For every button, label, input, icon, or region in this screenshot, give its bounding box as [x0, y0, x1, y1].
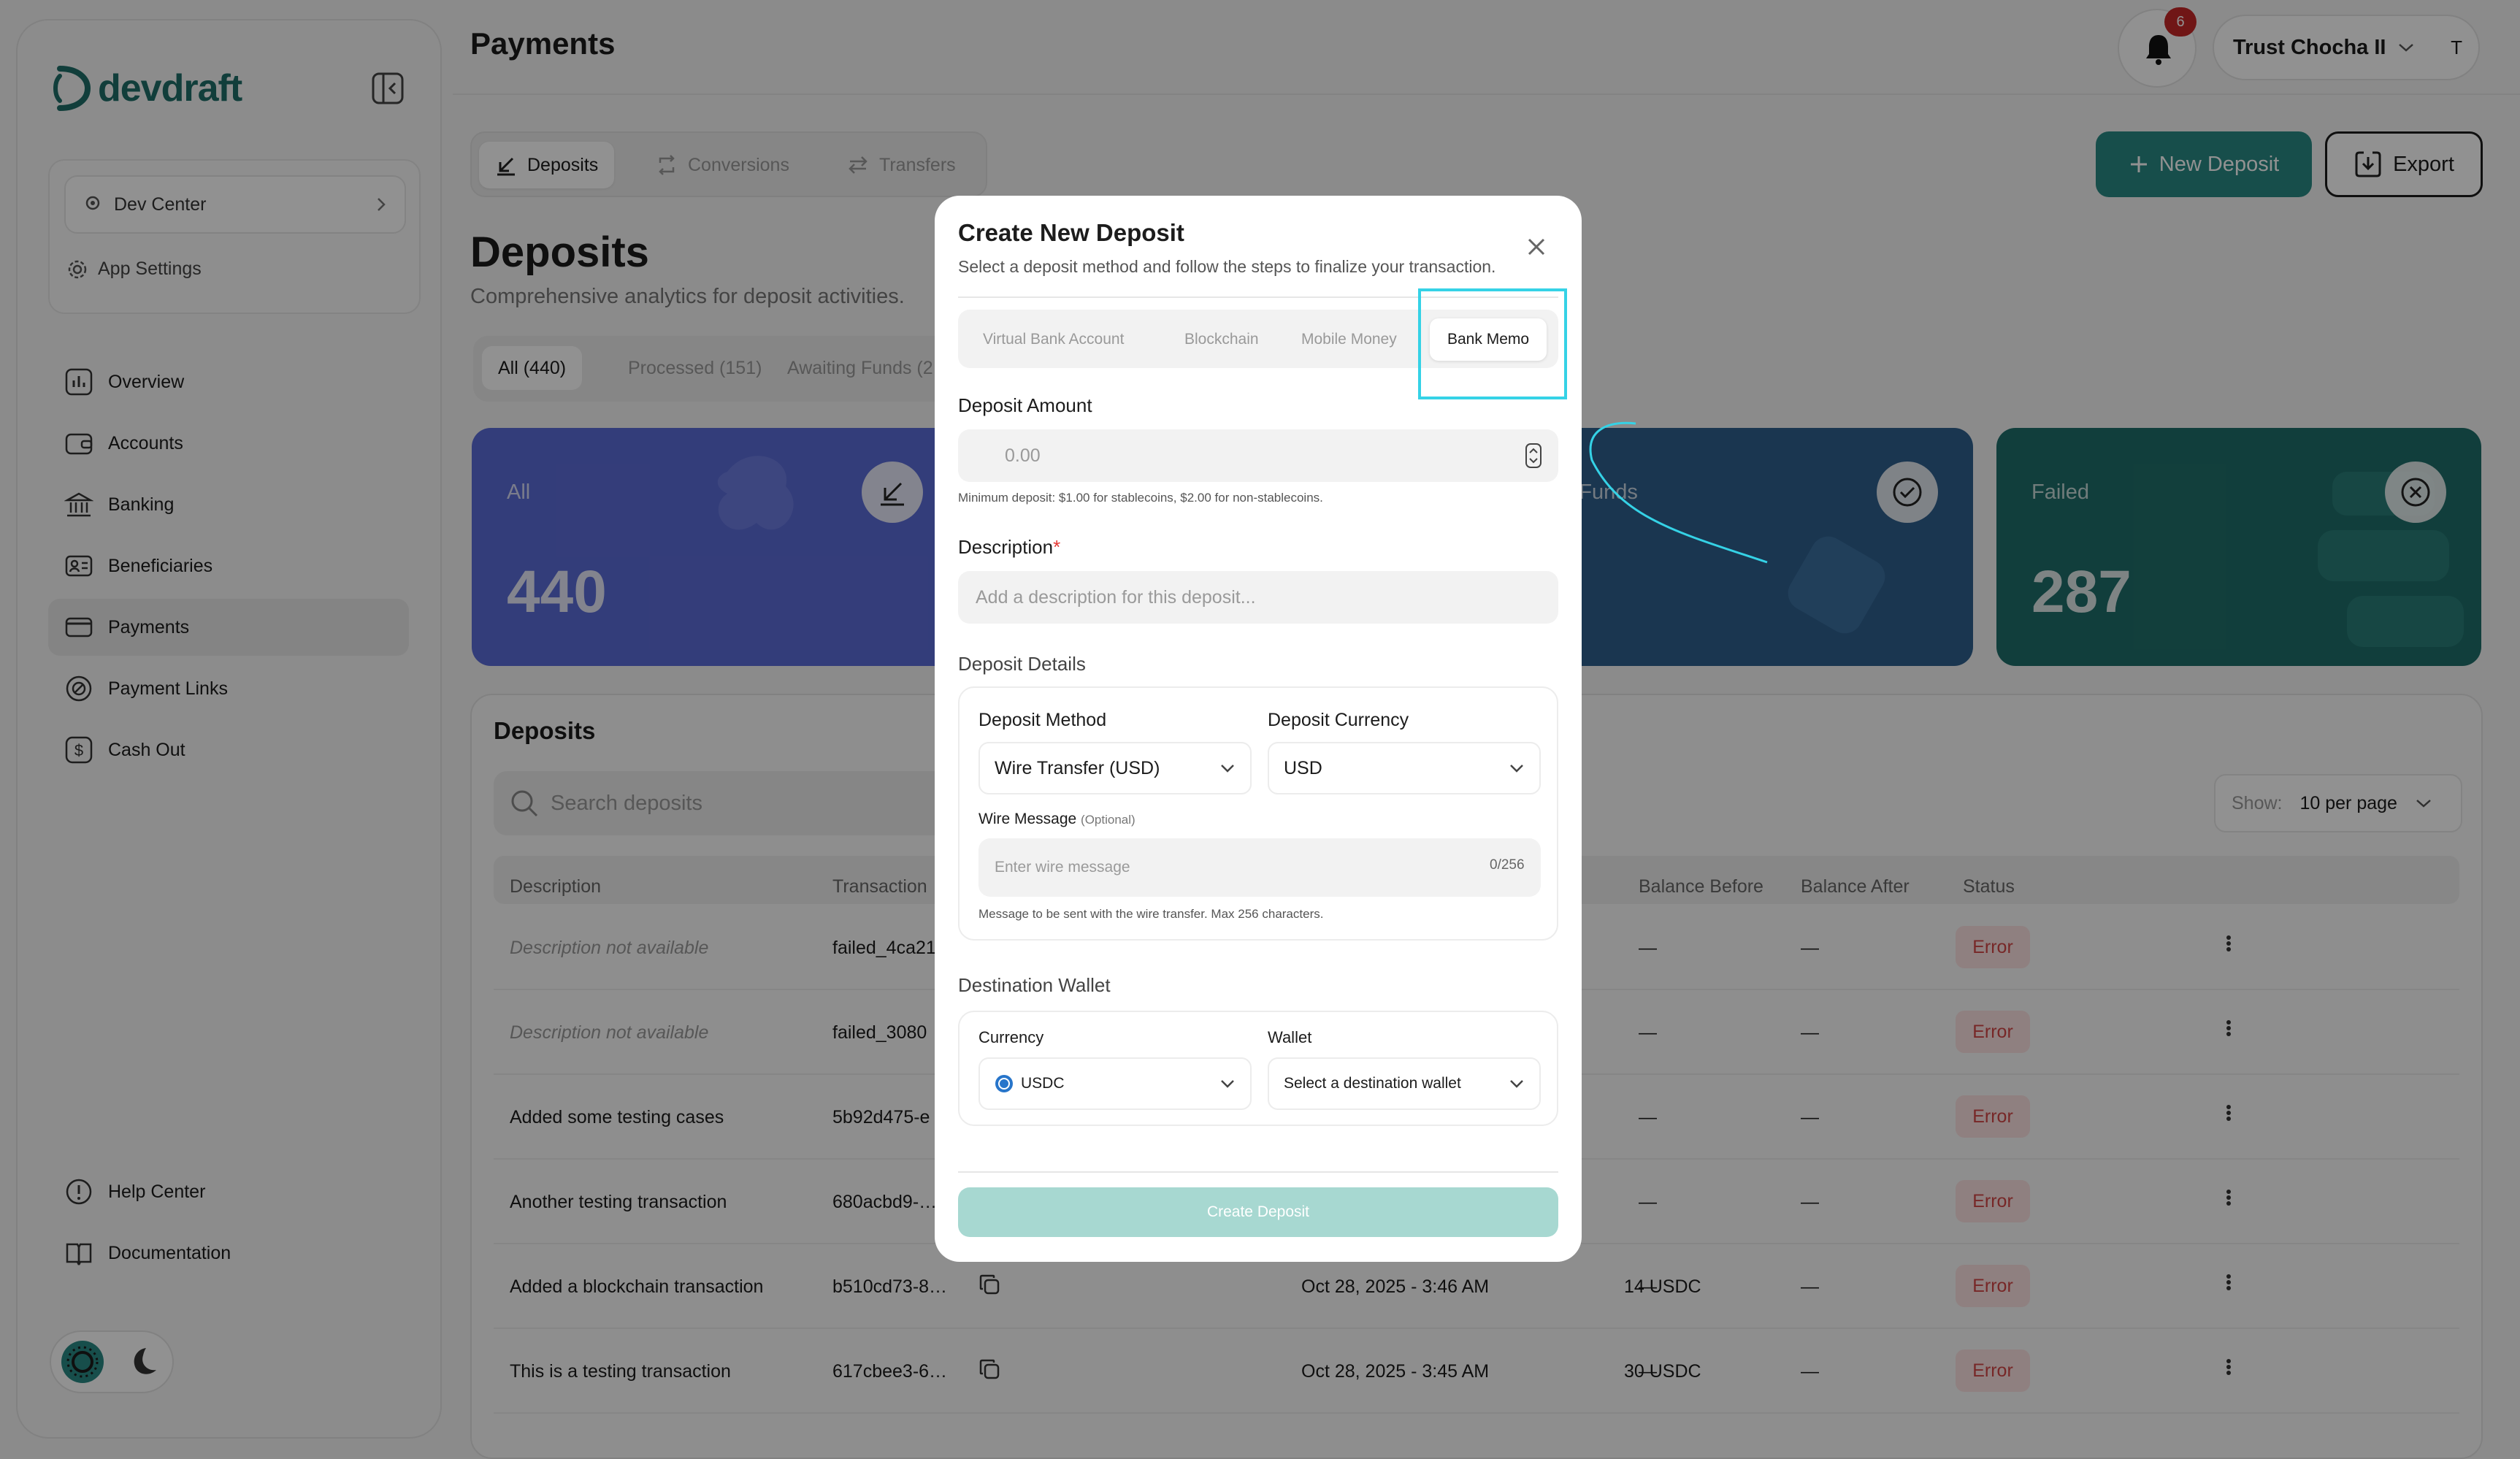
method-tab-blockchain[interactable]: Blockchain [1167, 318, 1276, 361]
modal-title: Create New Deposit [958, 219, 1184, 246]
destination-wallet-title: Destination Wallet [958, 974, 1111, 996]
create-deposit-button[interactable]: Create Deposit [958, 1187, 1558, 1237]
wire-message-input[interactable]: Enter wire message 0/256 [978, 838, 1541, 897]
currency-label: Currency [978, 1028, 1044, 1046]
currency-select[interactable]: USDC [978, 1057, 1252, 1110]
deposit-currency-select[interactable]: USD [1268, 742, 1541, 794]
stepper-icon[interactable] [1525, 443, 1542, 469]
method-tab-mobile-money[interactable]: Mobile Money [1284, 318, 1414, 361]
cursor-trail-annotation [1589, 421, 1768, 564]
highlight-box-bank-memo [1418, 288, 1567, 399]
deposit-details-title: Deposit Details [958, 653, 1086, 675]
amount-placeholder: 0.00 [1005, 445, 1041, 466]
destination-wallet-card: Currency Wallet USDC Select a destinatio… [958, 1011, 1558, 1126]
wallet-label: Wallet [1268, 1028, 1312, 1046]
description-label: Description* [958, 536, 1061, 558]
method-tab-virtual-bank-account[interactable]: Virtual Bank Account [965, 318, 1141, 361]
deposit-method-select[interactable]: Wire Transfer (USD) [978, 742, 1252, 794]
wire-message-hint: Message to be sent with the wire transfe… [978, 907, 1324, 921]
wallet-value: Select a destination wallet [1284, 1075, 1461, 1092]
chevron-down-icon [1510, 1080, 1523, 1088]
optional-tag: (Optional) [1081, 813, 1135, 827]
deposit-method-label: Deposit Method [978, 710, 1107, 730]
wire-message-counter: 0/256 [1490, 857, 1525, 873]
deposit-amount-label: Deposit Amount [958, 394, 1092, 416]
chevron-down-icon [1221, 765, 1234, 773]
usdc-coin-icon [995, 1075, 1013, 1092]
required-mark: * [1053, 536, 1061, 558]
deposit-amount-input[interactable]: 0.00 [958, 429, 1558, 482]
chevron-down-icon [1221, 1080, 1234, 1088]
deposit-details-card: Deposit Method Deposit Currency Wire Tra… [958, 686, 1558, 941]
wire-message-label: Wire Message (Optional) [978, 811, 1135, 827]
close-icon[interactable] [1526, 237, 1547, 257]
deposit-currency-label: Deposit Currency [1268, 710, 1409, 730]
wire-message-placeholder: Enter wire message [995, 859, 1130, 876]
currency-value: USDC [1021, 1075, 1065, 1092]
modal-subtitle: Select a deposit method and follow the s… [958, 257, 1496, 276]
description-input[interactable]: Add a description for this deposit... [958, 571, 1558, 624]
wallet-select[interactable]: Select a destination wallet [1268, 1057, 1541, 1110]
chevron-down-icon [1510, 765, 1523, 773]
description-placeholder: Add a description for this deposit... [976, 586, 1256, 608]
deposit-currency-value: USD [1284, 757, 1322, 778]
deposit-method-value: Wire Transfer (USD) [995, 757, 1160, 778]
amount-hint: Minimum deposit: $1.00 for stablecoins, … [958, 491, 1323, 505]
modal-footer-divider [958, 1171, 1558, 1173]
